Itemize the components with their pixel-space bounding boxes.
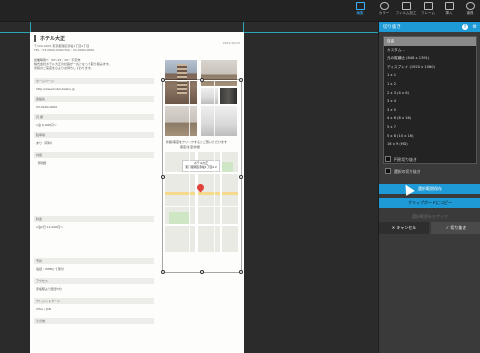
gear-icon[interactable]: ⚙ — [473, 24, 477, 30]
shop-name: ホテル大正 — [40, 36, 66, 42]
panel-footer: ✕ キャンセル ✓ 切り抜き — [379, 222, 480, 234]
crop-grid-line — [164, 143, 240, 145]
crop-grid-line — [189, 81, 191, 271]
mosaic-selection-button: 選択範囲をモザイク — [412, 214, 448, 219]
section-header: 連絡先 — [34, 96, 154, 102]
tools-tool-button[interactable]: 道具 — [458, 2, 480, 21]
section-header: クレジットカード — [34, 298, 154, 304]
cancel-label: キャンセル — [396, 225, 417, 230]
section-header: 料金 — [34, 216, 154, 222]
ratio-item[interactable]: 1 x 1 — [384, 71, 476, 80]
film-tool-label: フィルム加工 — [395, 11, 417, 15]
insert-icon — [444, 2, 454, 10]
apply-crop-label: 切り抜き — [450, 225, 467, 230]
section-value: VISA / JCB — [36, 307, 51, 311]
selection-crop-checkbox[interactable] — [385, 168, 391, 174]
film-tool-button[interactable]: フィルム加工 — [394, 2, 418, 21]
aspect-ratio-list[interactable]: 自由 カスタム... 元の縦横比 (848 x 1391) ディスプレイ (19… — [383, 36, 477, 164]
crop-selection[interactable] — [161, 78, 243, 274]
color-tool-button[interactable]: カラー — [372, 2, 396, 21]
section-value: http://www.hotel-taisho.jp — [36, 87, 75, 91]
section-value: 03-0000-0000 — [36, 105, 58, 109]
save-selection-button[interactable]: 選択範囲保存 — [379, 184, 480, 194]
ratio-item[interactable]: 2 x 3 (4 x 6) — [384, 89, 476, 98]
crop-handle-top-right[interactable] — [239, 78, 243, 82]
crop-handle-left[interactable] — [161, 175, 165, 179]
address-line-2: TEL : 03-0000-0000 FAX : 03-0000-0000 — [34, 48, 95, 52]
ratio-item[interactable]: 元の縦横比 (848 x 1391) — [384, 54, 476, 63]
film-icon — [401, 2, 411, 10]
ratio-item[interactable]: 5 x 8 (10 x 16) — [384, 132, 476, 141]
help-icon[interactable]: ? — [462, 24, 468, 30]
section-value: 赤坂駅より徒歩5分 — [36, 287, 62, 291]
panel-header: 切り抜き ? ⚙ — [379, 22, 480, 32]
cancel-button[interactable]: ✕ キャンセル — [379, 222, 429, 234]
intro-line-3: 皆様のご来店を心よりお待ちしております。 — [34, 66, 94, 70]
circle-crop-checkbox[interactable] — [385, 156, 391, 162]
tools-tool-label: 道具 — [466, 11, 474, 15]
crop-handle-bottom[interactable] — [200, 270, 204, 274]
copy-clipboard-button[interactable]: クリップボードにコピー — [379, 198, 480, 208]
section-header: 内容 — [34, 152, 154, 158]
crop-grid-line — [164, 206, 240, 208]
color-icon — [379, 2, 389, 10]
tools-icon — [465, 2, 475, 10]
crop-handle-right[interactable] — [239, 175, 243, 179]
document-date: 2021/10/15 — [222, 41, 240, 45]
ratio-item[interactable]: 4 x 6 (8 x 16) — [384, 114, 476, 123]
edit-tool-label: 編集 — [356, 11, 364, 15]
crop-handle-top[interactable] — [200, 78, 204, 82]
edit-tool-button[interactable]: 編集 — [348, 2, 372, 21]
section-value: 【特徴】 — [36, 161, 49, 165]
crop-grid-line — [214, 81, 216, 271]
ratio-item[interactable]: 1 x 2 — [384, 80, 476, 89]
ratio-item[interactable]: 3 x 4 — [384, 97, 476, 106]
crop-handle-top-left[interactable] — [161, 78, 165, 82]
ratio-item[interactable]: 5 x 7 — [384, 123, 476, 132]
section-header: ホームページ — [34, 78, 154, 84]
panel-title: 切り抜き — [383, 25, 401, 30]
section-value: あり（有料） — [36, 141, 55, 145]
crop-panel: 切り抜き ? ⚙ 自由 カスタム... 元の縦横比 (848 x 1391) デ… — [378, 22, 480, 353]
ratio-item[interactable]: カスタム... — [384, 46, 476, 55]
section-value: 1泊 6,000円〜 — [36, 123, 57, 127]
edit-icon — [355, 2, 365, 10]
page-header: ホテル大正 — [34, 35, 240, 42]
editor-canvas[interactable]: ホテル大正 2021/10/15 〒100-0001 東京都港区赤坂1丁目4丁目… — [0, 22, 378, 353]
selection-crop-label: 選択の切り抜き — [394, 169, 421, 174]
frame-icon — [423, 2, 433, 10]
section-value: 電話・WEBにて受付 — [36, 267, 64, 271]
crop-handle-bottom-right[interactable] — [239, 270, 243, 274]
ratio-item[interactable]: 16 x 9 (HD) — [384, 140, 476, 149]
ratio-item[interactable]: ディスプレイ (1920 x 1080) — [384, 63, 476, 72]
section-value: 1泊2日 12,000円〜 — [36, 225, 64, 229]
color-tool-label: カラー — [378, 11, 390, 15]
top-toolbar: 編集 カラー フィルム加工 フレーム 挿入 道具 — [0, 0, 480, 22]
ratio-item[interactable]: 自由 — [384, 37, 476, 46]
crop-handle-bottom-left[interactable] — [161, 270, 165, 274]
section-header: アクセス — [34, 278, 154, 284]
section-header: 駐車場 — [34, 132, 154, 138]
circle-crop-label: 円形切り抜き — [394, 157, 417, 162]
section-header: 円 額 — [34, 114, 154, 120]
section-header: 予約 — [34, 258, 154, 264]
section-header: その他 — [34, 318, 154, 324]
apply-crop-button[interactable]: ✓ 切り抜き — [431, 222, 480, 234]
ratio-item[interactable]: 3 x 5 — [384, 106, 476, 115]
